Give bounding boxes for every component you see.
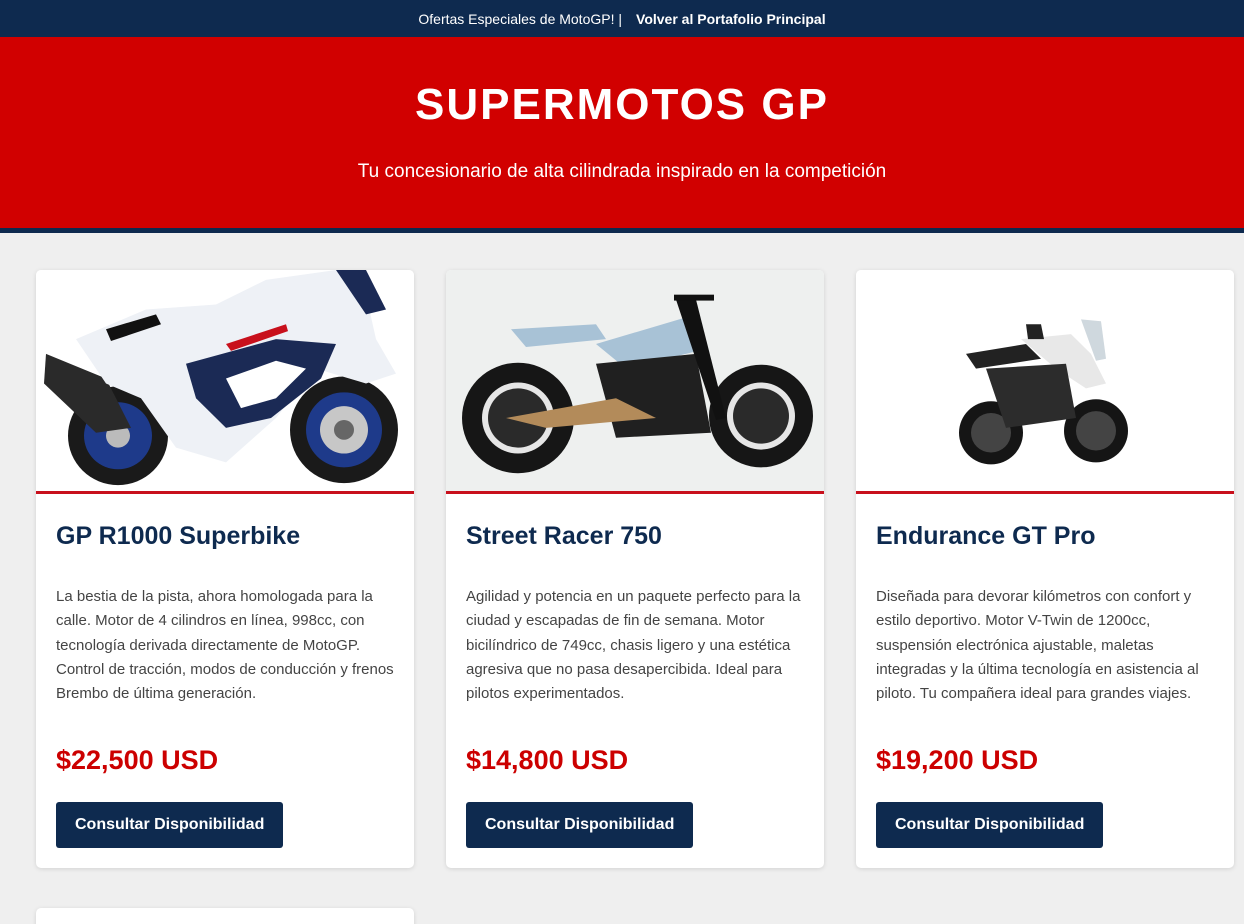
product-price: $14,800 USD — [466, 745, 629, 775]
product-image-street-racer — [446, 270, 824, 494]
promo-text: Ofertas Especiales de MotoGP! | — [418, 10, 623, 27]
product-card-partial — [36, 908, 414, 924]
product-card: Street Racer 750 Agilidad y potencia en … — [446, 270, 824, 868]
product-description: Agilidad y potencia en un paquete perfec… — [466, 588, 801, 703]
product-description: Diseñada para devorar kilómetros con con… — [876, 588, 1199, 703]
product-card: GP R1000 Superbike La bestia de la pista… — [36, 270, 414, 868]
product-name: Endurance GT Pro — [876, 522, 1096, 550]
product-price: $22,500 USD — [56, 745, 219, 775]
product-image-endurance — [856, 270, 1234, 494]
product-price: $19,200 USD — [876, 745, 1039, 775]
hero-banner: SUPERMOTOS GP Tu concesionario de alta c… — [0, 37, 1244, 233]
top-announcement-bar: Ofertas Especiales de MotoGP! | Volver a… — [0, 0, 1244, 37]
check-availability-button[interactable]: Consultar Disponibilidad — [56, 802, 284, 848]
product-name: GP R1000 Superbike — [56, 522, 301, 550]
product-image-superbike — [36, 270, 414, 494]
site-subtitle: Tu concesionario de alta cilindrada insp… — [357, 161, 887, 182]
product-card: Endurance GT Pro Diseñada para devorar k… — [856, 270, 1234, 868]
check-availability-button[interactable]: Consultar Disponibilidad — [466, 802, 694, 848]
product-name: Street Racer 750 — [466, 522, 662, 550]
product-description: La bestia de la pista, ahora homologada … — [56, 588, 394, 703]
back-to-portfolio-link[interactable]: Volver al Portafolio Principal — [636, 11, 826, 27]
site-title: SUPERMOTOS GP — [415, 80, 829, 129]
check-availability-button[interactable]: Consultar Disponibilidad — [876, 802, 1104, 848]
